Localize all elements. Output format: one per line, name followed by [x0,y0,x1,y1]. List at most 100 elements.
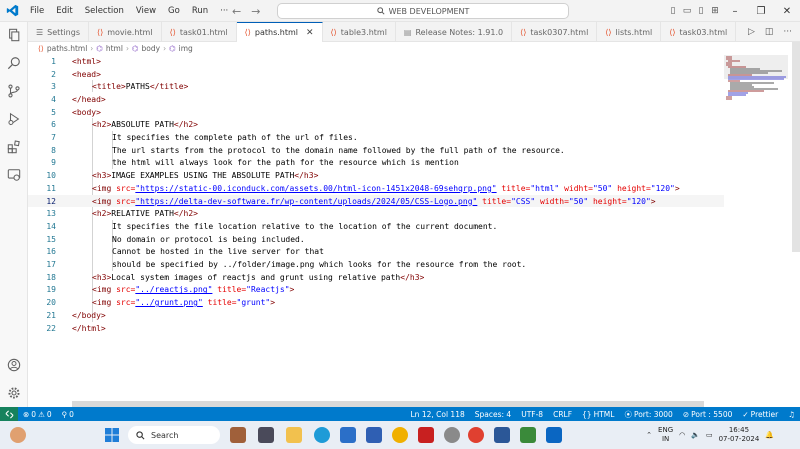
breadcrumb-body[interactable]: body [142,44,161,53]
chevron-right-icon: › [125,44,129,53]
breadcrumb-html[interactable]: html [106,44,123,53]
tab-task0307[interactable]: ⟨⟩ task0307.html [512,22,598,42]
remote-explorer-icon[interactable] [0,162,28,188]
menu-view[interactable]: View [130,0,162,22]
volume-icon[interactable]: 🔈 [691,431,700,439]
toggle-primary-sidebar-icon[interactable]: ▯ [666,6,680,16]
weather-widget-icon[interactable] [10,427,26,443]
code-line: 7 It specifies the complete path of the u… [51,133,358,143]
prettier-status[interactable]: ✓ Prettier [737,410,783,419]
toggle-panel-icon[interactable]: ▭ [680,6,694,16]
tab-release-notes[interactable]: ▤ Release Notes: 1.91.0 [396,22,513,42]
word-icon[interactable] [494,427,510,443]
app-icon-3[interactable] [392,427,408,443]
tab-lists[interactable]: ⟨⟩ lists.html [597,22,662,42]
breadcrumb-img[interactable]: img [179,44,193,53]
menu-selection[interactable]: Selection [79,0,130,22]
clock[interactable]: 16:45 07-07-2024 [719,426,760,444]
source-control-icon[interactable] [0,78,28,104]
live-server-port-2[interactable]: ⊘ Port : 5500 [678,410,738,419]
code-line: 21 </body> [46,310,106,320]
close-tab-icon[interactable]: ✕ [306,28,314,38]
scrollbar-thumb[interactable] [792,42,800,252]
tab-label: task03.html [679,27,728,37]
notification-bell-icon[interactable]: 🔔 [765,431,774,439]
file-explorer-icon[interactable] [286,427,302,443]
edge-browser-icon[interactable] [314,427,330,443]
language-mode[interactable]: {} HTML [577,410,619,419]
customize-layout-icon[interactable]: ⊞ [708,6,722,16]
editor-actions: ▷ ◫ ··· [748,22,800,41]
end-of-line[interactable]: CRLF [548,410,577,419]
vertical-scrollbar[interactable] [790,42,800,402]
tab-paths[interactable]: ⟨⟩ paths.html ✕ [236,22,323,42]
manage-gear-icon[interactable] [0,380,28,406]
run-play-icon[interactable]: ▷ [748,27,755,37]
code-line: 19 <img src="../reactjs.png" title="React… [46,285,295,295]
html-file-icon: ⟨⟩ [96,27,104,37]
menu-go[interactable]: Go [162,0,186,22]
tab-task01[interactable]: ⟨⟩ task01.html [162,22,237,42]
maximize-button[interactable]: ❐ [748,6,774,17]
code-line: 2 <head> [51,69,101,79]
extensions-icon[interactable] [0,134,28,160]
code-line: 6 <h2>ABSOLUTE PATH</h2> [51,120,198,130]
toggle-secondary-sidebar-icon[interactable]: ▯ [694,6,708,16]
braces-icon: {} [582,409,592,419]
forward-arrow-icon[interactable]: → [251,5,260,18]
chevron-right-icon: › [90,44,94,53]
menu-edit[interactable]: Edit [50,0,78,22]
menu-file[interactable]: File [24,0,50,22]
remote-indicator-icon[interactable] [0,407,18,421]
language-indicator[interactable]: ENG IN [658,426,673,444]
accounts-icon[interactable] [0,352,28,378]
close-button[interactable]: ✕ [774,6,800,17]
more-actions-icon[interactable]: ··· [783,27,792,37]
windows-start-icon[interactable] [104,427,120,443]
explorer-icon[interactable] [0,22,28,48]
tab-table3[interactable]: ⟨⟩ table3.html [323,22,396,42]
code-line: 5 <body> [51,107,101,117]
code-line: 13 <h2>RELATIVE PATH</h2> [46,209,198,219]
app-icon-4[interactable] [520,427,536,443]
problems-indicator[interactable]: ⊗ 0 ⚠ 0 [18,410,57,419]
command-center-search[interactable]: WEB DEVELOPMENT [277,3,569,19]
run-and-debug-icon[interactable] [0,106,28,132]
search-icon[interactable] [0,50,28,76]
notifications-bell-icon[interactable]: ♫ [783,410,800,419]
taskbar-search[interactable]: Search [128,426,220,444]
mcafee-icon[interactable] [418,427,434,443]
minimap[interactable] [724,55,788,401]
broadcast-icon: ⚲ [61,409,68,419]
breadcrumb-file[interactable]: paths.html [47,44,87,53]
battery-icon[interactable]: ▭ [706,431,713,439]
tab-settings[interactable]: ☰ Settings [28,22,89,42]
tab-label: table3.html [340,27,387,37]
live-server-port[interactable]: ⦿ Port: 3000 [619,409,677,420]
tab-movie[interactable]: ⟨⟩ movie.html [89,22,162,42]
tab-label: paths.html [254,28,298,37]
code-editor[interactable]: 1 <html> 2 <head> 3 <title>PATHS</title> 4 <… [28,55,724,401]
tab-task03[interactable]: ⟨⟩ task03.html [661,22,737,42]
split-editor-icon[interactable]: ◫ [765,27,774,37]
app-icon-2[interactable] [366,427,382,443]
chrome-icon[interactable] [468,427,484,443]
minimize-button[interactable]: – [722,6,748,17]
wifi-icon[interactable]: ◠ [679,431,685,439]
store-icon[interactable] [340,427,356,443]
settings-gear-icon[interactable] [444,427,460,443]
ports-indicator[interactable]: ⚲ 0 [57,410,79,419]
menu-run[interactable]: Run [186,0,214,22]
indentation[interactable]: Spaces: 4 [470,410,516,419]
html-file-icon: ⟨⟩ [38,44,44,53]
title-bar: File Edit Selection View Go Run ··· ← → … [0,0,800,22]
chevron-up-icon[interactable]: ⌃ [646,431,652,439]
cursor-position[interactable]: Ln 12, Col 118 [406,410,470,419]
task-view-icon[interactable] [258,427,274,443]
vscode-window: File Edit Selection View Go Run ··· ← → … [0,0,800,449]
encoding[interactable]: UTF-8 [516,410,548,419]
vscode-taskbar-icon[interactable] [546,427,562,443]
back-arrow-icon[interactable]: ← [232,5,241,18]
app-icon-1[interactable] [230,427,246,443]
tab-label: task0307.html [530,27,589,37]
